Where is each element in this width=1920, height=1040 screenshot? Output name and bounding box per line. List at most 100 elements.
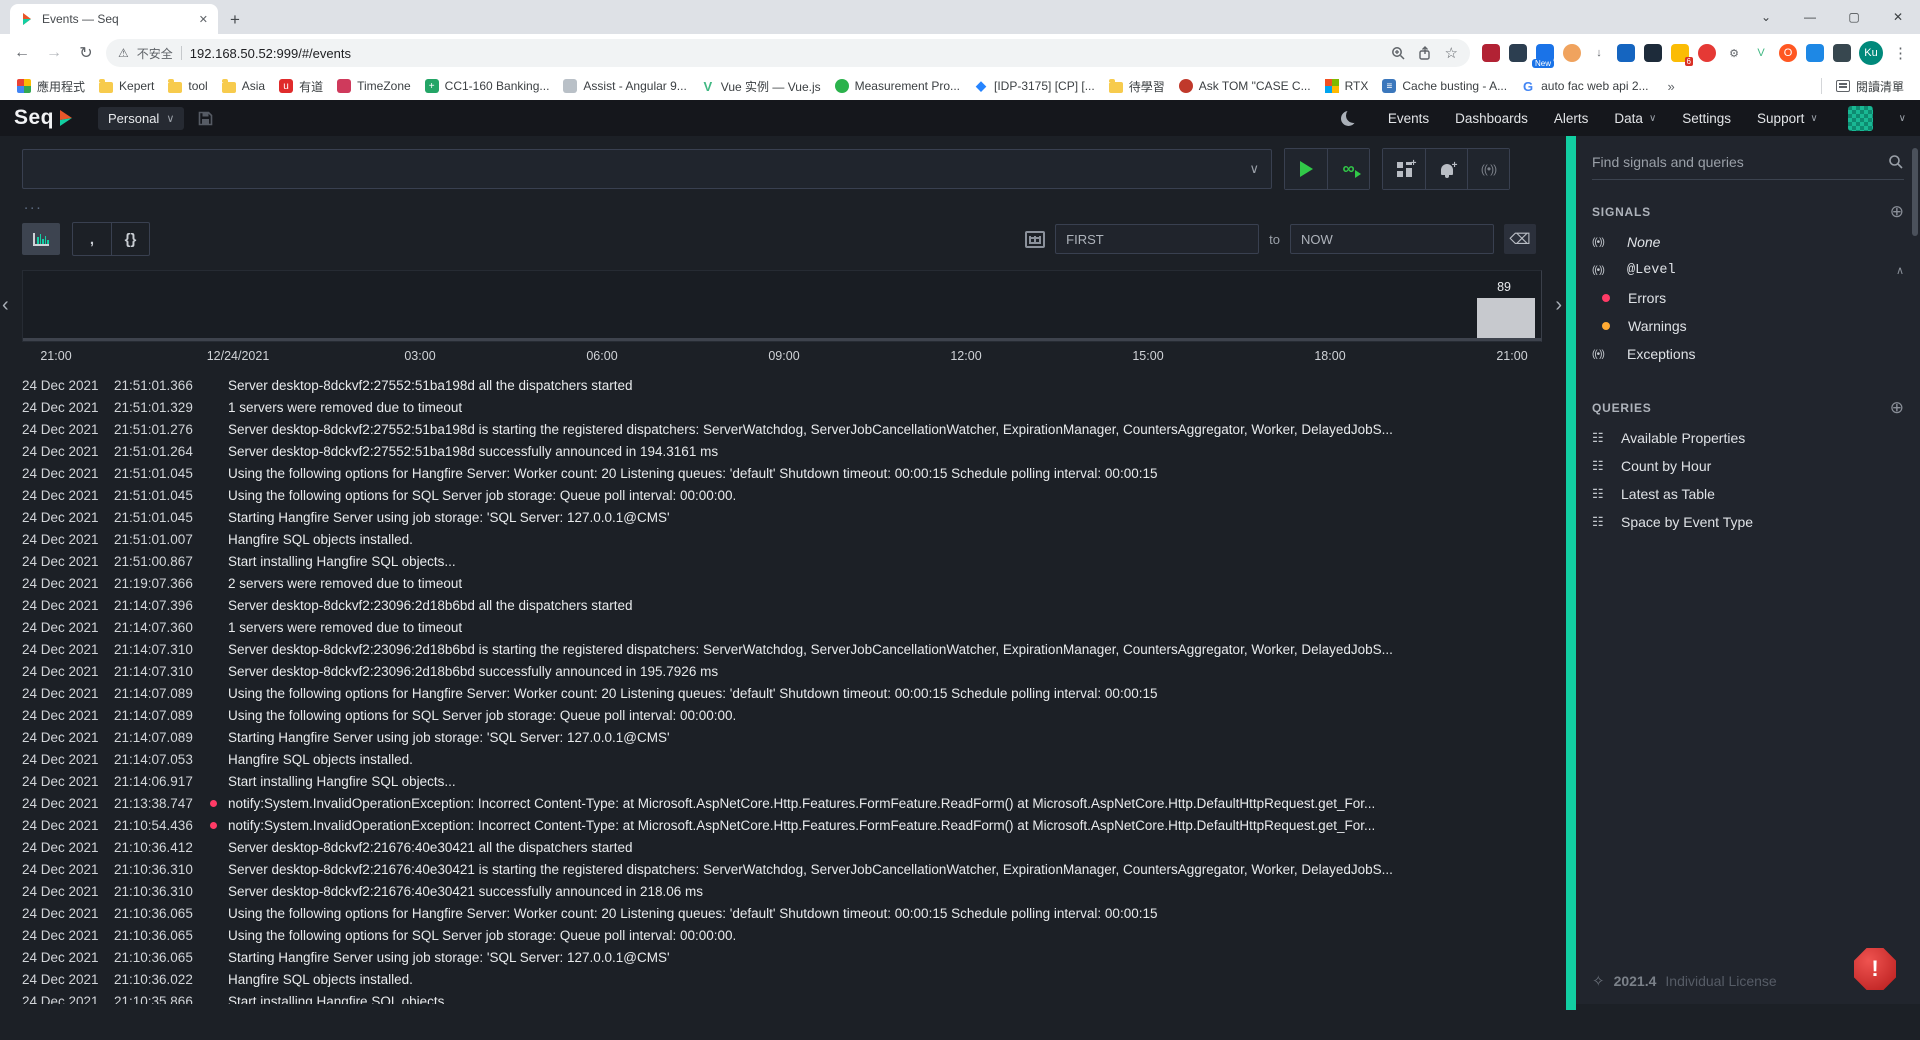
mail-extension[interactable] xyxy=(1617,44,1635,62)
bookmark-item[interactable]: Measurement Pro... xyxy=(828,76,967,96)
reading-list-button[interactable]: 閱讀清單 xyxy=(1830,75,1910,98)
bookmark-item[interactable]: 應用程式 xyxy=(10,75,92,98)
dark-mode-icon[interactable] xyxy=(1341,111,1356,126)
bookmark-item[interactable]: Ask TOM "CASE C... xyxy=(1172,76,1318,96)
nav-item-data[interactable]: Data∨ xyxy=(1614,111,1656,126)
signal-item[interactable]: ((•))Exceptions xyxy=(1576,340,1920,368)
log-row[interactable]: 24 Dec 202121:14:06.917Start installing … xyxy=(0,770,1566,792)
log-row[interactable]: 24 Dec 202121:10:36.022Hangfire SQL obje… xyxy=(0,968,1566,990)
query-history-chevron-icon[interactable]: ∨ xyxy=(1249,161,1259,177)
window-maximize-button[interactable]: ▢ xyxy=(1832,0,1876,34)
histogram-prev-icon[interactable]: ‹ xyxy=(2,294,9,317)
log-row[interactable]: 24 Dec 202121:10:36.065Using the followi… xyxy=(0,924,1566,946)
signals-search-input[interactable] xyxy=(1592,154,1888,170)
query-item[interactable]: ☷Latest as Table xyxy=(1576,480,1920,508)
nav-item-settings[interactable]: Settings xyxy=(1682,111,1731,126)
raw-format-button[interactable]: , xyxy=(73,223,111,255)
search-icon[interactable] xyxy=(1888,154,1904,170)
log-row[interactable]: 24 Dec 202121:14:07.396Server desktop-8d… xyxy=(0,594,1566,616)
pinwheel-extension[interactable]: 6 xyxy=(1671,44,1689,62)
log-row[interactable]: 24 Dec 202121:14:07.089Using the followi… xyxy=(0,704,1566,726)
blue-extension[interactable] xyxy=(1806,44,1824,62)
refresh-icon[interactable]: ↻ xyxy=(74,43,98,63)
log-row[interactable]: 24 Dec 202121:51:01.276Server desktop-8d… xyxy=(0,418,1566,440)
new-card-extension[interactable]: New xyxy=(1536,44,1554,62)
forward-icon[interactable]: → xyxy=(42,44,66,62)
bookmark-item[interactable]: +CC1-160 Banking... xyxy=(418,76,557,96)
log-row[interactable]: 24 Dec 202121:10:36.065Starting Hangfire… xyxy=(0,946,1566,968)
download-extension[interactable]: ↓ xyxy=(1590,44,1608,62)
save-icon[interactable] xyxy=(198,111,213,126)
log-row[interactable]: 24 Dec 202121:51:01.3291 servers were re… xyxy=(0,396,1566,418)
query-input[interactable]: ∨ xyxy=(22,149,1272,189)
log-row[interactable]: 24 Dec 202121:51:00.867Start installing … xyxy=(0,550,1566,572)
signal-item[interactable]: ((•))None xyxy=(1576,228,1920,256)
gear-extension[interactable]: ⚙ xyxy=(1725,44,1743,62)
log-row[interactable]: 24 Dec 202121:10:36.310Server desktop-8d… xyxy=(0,858,1566,880)
sidebar-scrollbar[interactable] xyxy=(1912,148,1918,236)
add-alert-button[interactable]: + xyxy=(1425,149,1467,189)
browser-menu-icon[interactable]: ⋮ xyxy=(1893,44,1908,62)
santa-extension[interactable] xyxy=(1563,44,1581,62)
log-row[interactable]: 24 Dec 202121:19:07.3662 servers were re… xyxy=(0,572,1566,594)
bookmark-item[interactable]: VVue 实例 — Vue.js xyxy=(694,75,828,98)
opera-extension[interactable]: O xyxy=(1779,44,1797,62)
workspace-selector[interactable]: Personal ∨ xyxy=(98,107,184,130)
url-text[interactable]: 192.168.50.52:999/#/events xyxy=(190,46,1383,61)
histogram-toggle-button[interactable] xyxy=(22,223,60,255)
quill-extension[interactable] xyxy=(1509,44,1527,62)
profile-avatar[interactable]: Ku xyxy=(1859,41,1883,65)
log-row[interactable]: 24 Dec 202121:14:07.310Server desktop-8d… xyxy=(0,660,1566,682)
license-alert-badge[interactable]: ! xyxy=(1854,948,1896,990)
log-row[interactable]: 24 Dec 202121:51:01.045Starting Hangfire… xyxy=(0,506,1566,528)
user-menu-chevron-icon[interactable]: ∨ xyxy=(1899,113,1906,124)
log-row[interactable]: 24 Dec 202121:10:36.065Using the followi… xyxy=(0,902,1566,924)
histogram-next-icon[interactable]: › xyxy=(1555,294,1562,317)
add-to-dashboard-button[interactable]: + xyxy=(1383,149,1425,189)
tail-live-button[interactable]: ∞ xyxy=(1327,149,1369,189)
log-row[interactable]: 24 Dec 202121:10:36.412Server desktop-8d… xyxy=(0,836,1566,858)
bookmark-item[interactable]: u有道 xyxy=(272,75,330,98)
seq-logo[interactable]: Seq xyxy=(14,106,74,130)
paw-extension[interactable] xyxy=(1833,44,1851,62)
window-close-button[interactable]: ✕ xyxy=(1876,0,1920,34)
bookmark-star-icon[interactable]: ☆ xyxy=(1445,44,1458,62)
log-row[interactable]: 24 Dec 202121:10:35.866Start installing … xyxy=(0,990,1566,1004)
signal-item[interactable]: Warnings xyxy=(1576,312,1920,340)
query-item[interactable]: ☷Available Properties xyxy=(1576,424,1920,452)
vue-extension[interactable]: V xyxy=(1752,44,1770,62)
log-row[interactable]: 24 Dec 202121:51:01.045Using the followi… xyxy=(0,484,1566,506)
json-format-button[interactable]: {} xyxy=(111,223,149,255)
log-row[interactable]: 24 Dec 202121:10:54.436notify:System.Inv… xyxy=(0,814,1566,836)
bookmark-item[interactable]: Gauto fac web api 2... xyxy=(1514,76,1655,96)
share-icon[interactable] xyxy=(1418,46,1433,61)
url-field[interactable]: ⚠ 不安全 192.168.50.52:999/#/events ☆ xyxy=(106,39,1470,67)
signal-item[interactable]: ((•))@Level∧ xyxy=(1576,256,1920,284)
bookmark-item[interactable]: ≡Cache busting - A... xyxy=(1375,76,1514,96)
add-signal-icon[interactable]: ⊕ xyxy=(1890,202,1904,222)
nav-item-events[interactable]: Events xyxy=(1388,111,1429,126)
histogram-plot[interactable]: 89 xyxy=(22,270,1542,342)
zoom-icon[interactable] xyxy=(1391,46,1406,61)
bookmark-item[interactable]: Kepert xyxy=(92,76,161,96)
log-row[interactable]: 24 Dec 202121:51:01.366Server desktop-8d… xyxy=(0,374,1566,396)
log-row[interactable]: 24 Dec 202121:14:07.053Hangfire SQL obje… xyxy=(0,748,1566,770)
run-query-button[interactable] xyxy=(1285,149,1327,189)
histogram-bar[interactable] xyxy=(1477,298,1535,338)
flag-extension[interactable] xyxy=(1482,44,1500,62)
signal-item[interactable]: Errors xyxy=(1576,284,1920,312)
log-row[interactable]: 24 Dec 202121:51:01.007Hangfire SQL obje… xyxy=(0,528,1566,550)
bookmark-item[interactable]: Assist - Angular 9... xyxy=(556,76,693,96)
window-collapse-button[interactable]: ⌄ xyxy=(1744,0,1788,34)
nav-item-support[interactable]: Support∨ xyxy=(1757,111,1818,126)
collapsed-query-ellipsis[interactable]: ... xyxy=(24,196,1566,212)
log-row[interactable]: 24 Dec 202121:10:36.310Server desktop-8d… xyxy=(0,880,1566,902)
bookmark-item[interactable]: TimeZone xyxy=(330,76,418,96)
window-minimize-button[interactable]: — xyxy=(1788,0,1832,34)
log-row[interactable]: 24 Dec 202121:51:01.045Using the followi… xyxy=(0,462,1566,484)
bookmark-item[interactable]: Asia xyxy=(215,76,272,96)
query-item[interactable]: ☷Space by Event Type xyxy=(1576,508,1920,536)
nav-item-dashboards[interactable]: Dashboards xyxy=(1455,111,1528,126)
log-row[interactable]: 24 Dec 202121:14:07.310Server desktop-8d… xyxy=(0,638,1566,660)
log-row[interactable]: 24 Dec 202121:14:07.3601 servers were re… xyxy=(0,616,1566,638)
